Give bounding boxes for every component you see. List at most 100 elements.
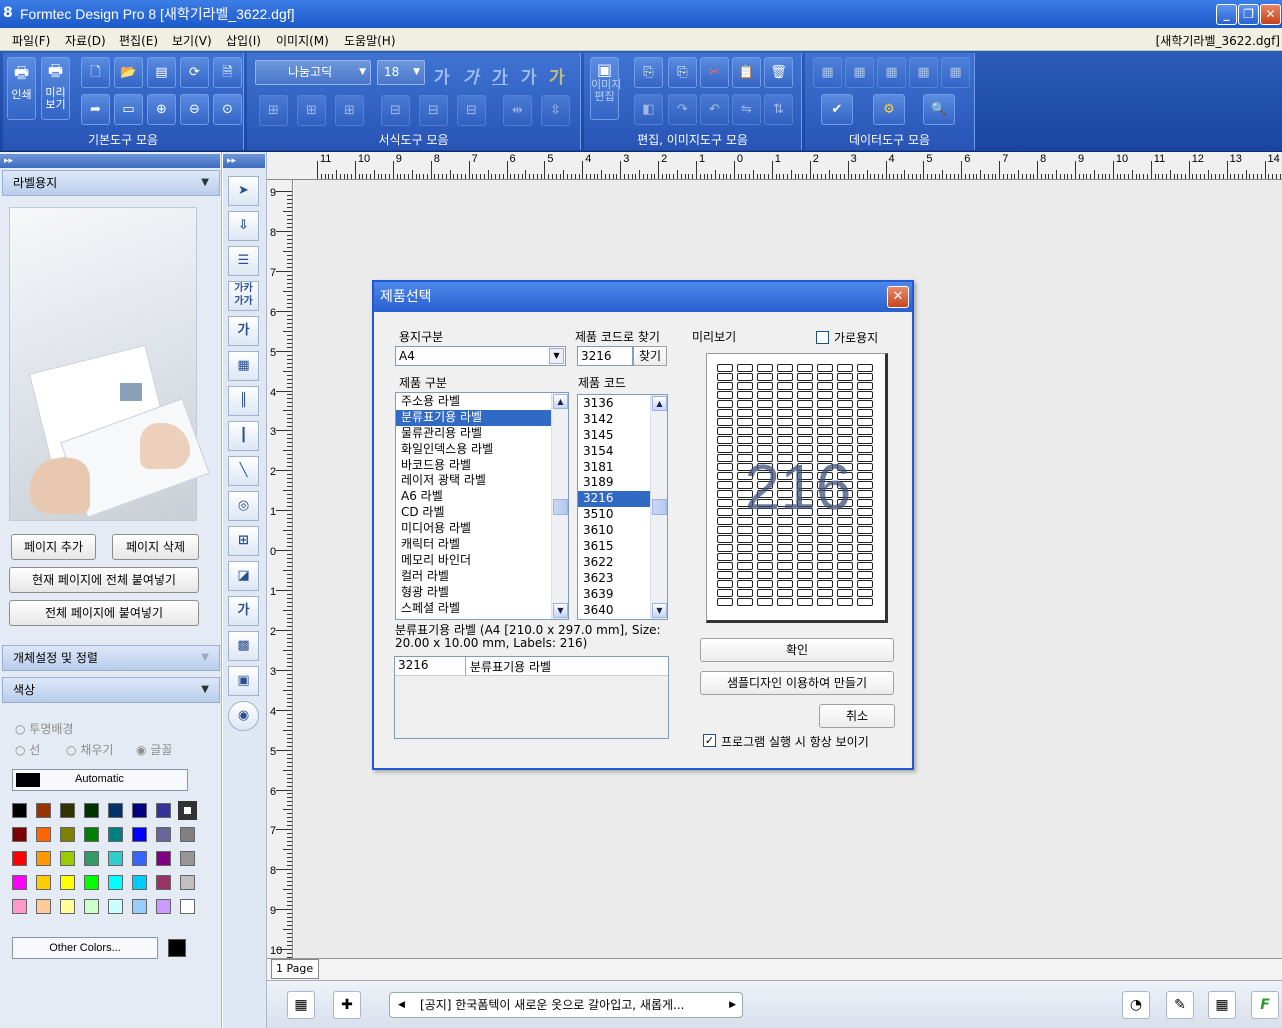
vertical-text-icon[interactable]: 가카 가가 [228, 281, 259, 311]
color-swatch[interactable] [36, 827, 51, 842]
color-header[interactable]: 색상 ▼ [2, 677, 220, 703]
cut-icon[interactable]: ✂ [700, 57, 729, 88]
new-label-icon[interactable]: ✚ [333, 991, 361, 1019]
page-tab[interactable]: 1 Page [271, 959, 319, 979]
list-item[interactable]: CD 라벨 [396, 505, 568, 521]
paper-type-select[interactable]: A4 ▼ [395, 346, 566, 366]
sample-design-button[interactable]: 샘플디자인 이용하여 만들기 [700, 671, 894, 695]
line-tool-icon[interactable]: ╲ [228, 456, 259, 486]
gradient-icon[interactable]: ◪ [228, 561, 259, 591]
distribute-horizontal-icon[interactable]: ⇹ [503, 95, 532, 126]
color-swatch[interactable] [60, 827, 75, 842]
send-back-icon[interactable]: ◧ [634, 94, 663, 125]
scroll-up-icon[interactable]: ▲ [553, 394, 568, 409]
scroll-thumb[interactable] [553, 499, 568, 515]
font-bold-icon[interactable]: 가 [434, 63, 450, 88]
category-list[interactable]: 주소용 라벨 분류표기용 라벨 물류관리용 라벨 화일인덱스용 라벨 바코드용 라벨 레이… [395, 392, 569, 620]
blank-page-icon[interactable]: ▭ [114, 94, 143, 125]
menu-view[interactable]: 보기(V) [172, 32, 212, 49]
align-right-icon[interactable]: ⊞ [335, 95, 364, 126]
color-swatch[interactable] [12, 803, 27, 818]
shapes-icon[interactable]: ◎ [228, 491, 259, 521]
notice-prev-icon[interactable]: ◀ [398, 993, 405, 1017]
color-swatch[interactable] [180, 875, 195, 890]
notice-next-icon[interactable]: ▶ [729, 993, 736, 1017]
color-swatch[interactable] [84, 827, 99, 842]
add-page-icon[interactable]: 🗎 [213, 57, 242, 88]
undo-icon[interactable]: ↶ [700, 94, 729, 125]
image-edit-button[interactable]: ▣ 이미지 편집 [590, 57, 621, 120]
table-icon[interactable]: ⊞ [228, 526, 259, 556]
list-item[interactable]: 레이저 광택 라벨 [396, 473, 568, 489]
picture-icon[interactable]: ▣ [228, 666, 259, 696]
import-object-icon[interactable]: ⇩ [228, 211, 259, 241]
color-swatch[interactable] [178, 801, 197, 820]
color-swatch[interactable] [156, 899, 171, 914]
list-item[interactable]: 컬러 라벨 [396, 569, 568, 585]
color-swatch[interactable] [108, 851, 123, 866]
text-art-icon[interactable]: 가 [228, 316, 259, 346]
list-item[interactable]: 메모리 바인더 [396, 553, 568, 569]
color-swatch[interactable] [60, 899, 75, 914]
list-item[interactable]: 화일인덱스용 라벨 [396, 442, 568, 458]
barcode-icon[interactable]: ║ [228, 386, 259, 416]
color-swatch[interactable] [132, 899, 147, 914]
list-item[interactable]: 물류관리용 라벨 [396, 426, 568, 442]
code-list[interactable]: 3136 3142 3145 3154 3181 3189 3216 3510 3610 3615… [577, 394, 668, 620]
qr-code-icon[interactable]: ▦ [228, 351, 259, 381]
scroll-up-icon[interactable]: ▲ [652, 396, 667, 411]
color-swatch[interactable] [12, 875, 27, 890]
restore-button[interactable]: ❐ [1238, 4, 1259, 25]
delete-icon[interactable]: 🗑 [764, 57, 793, 88]
radio-line[interactable]: ○ 선 [15, 741, 40, 758]
font-color-icon[interactable]: 가 [549, 63, 565, 88]
data-settings-icon[interactable]: ⚙ [873, 94, 905, 125]
color-swatch[interactable] [12, 827, 27, 842]
print-preview-button[interactable]: 🖶 미리 보기 [41, 57, 70, 120]
list-item[interactable]: A6 라벨 [396, 489, 568, 505]
formtec-logo-icon[interactable]: F [1251, 991, 1279, 1019]
color-swatch[interactable] [36, 803, 51, 818]
clipart-icon[interactable]: ▩ [228, 631, 259, 661]
refresh-icon[interactable]: ⟳ [180, 57, 209, 88]
data-link-icon[interactable]: ▦ [877, 57, 906, 88]
color-swatch[interactable] [36, 899, 51, 914]
dialog-close-icon[interactable]: ✕ [887, 286, 909, 308]
font-shadow-icon[interactable]: 가 [521, 63, 537, 88]
align-middle-icon[interactable]: ⊟ [419, 95, 448, 126]
color-swatch[interactable] [156, 875, 171, 890]
color-swatch[interactable] [60, 875, 75, 890]
other-colors-button[interactable]: Other Colors... [12, 937, 158, 959]
text-box-icon[interactable]: ☰ [228, 246, 259, 276]
list-item[interactable]: 주소용 라벨 [396, 394, 568, 410]
color-swatch[interactable] [108, 899, 123, 914]
color-swatch[interactable] [84, 803, 99, 818]
other-color-swatch[interactable] [168, 939, 186, 957]
close-button[interactable]: ✕ [1260, 4, 1281, 25]
color-swatch[interactable] [12, 851, 27, 866]
print-button[interactable]: 🖶 인쇄 [7, 57, 36, 120]
color-swatch[interactable] [84, 875, 99, 890]
menu-file[interactable]: 파일(F) [12, 32, 50, 49]
code-scrollbar[interactable]: ▲ ▼ [650, 395, 667, 619]
toolbar-collapse-strip[interactable]: ▸▸ [223, 154, 265, 168]
color-swatch[interactable] [180, 827, 195, 842]
copy-icon[interactable]: ⎘ [668, 57, 697, 88]
table-row[interactable]: 3216 분류표기용 라벨 [395, 657, 668, 676]
font-italic-icon[interactable]: 가 [463, 63, 479, 88]
data-import-icon[interactable]: ▦ [845, 57, 874, 88]
new-document-icon[interactable]: 🗋 [81, 57, 110, 88]
copy-format-icon[interactable]: ⎘ [634, 57, 663, 88]
color-swatch[interactable] [156, 803, 171, 818]
memo-icon[interactable]: ✎ [1166, 991, 1194, 1019]
export-icon[interactable]: ➦ [81, 94, 110, 125]
list-item[interactable]: 스페셜 라벨 [396, 601, 568, 617]
minimize-button[interactable]: _ [1216, 4, 1237, 25]
menu-help[interactable]: 도움말(H) [344, 32, 396, 49]
object-settings-header[interactable]: 개체설정 및 정렬 ▼ [2, 645, 220, 671]
data-prev-icon[interactable]: ▦ [941, 57, 970, 88]
menu-image[interactable]: 이미지(M) [276, 32, 329, 49]
radio-transparent-bg[interactable]: ○ 투명배경 [15, 720, 73, 737]
menu-insert[interactable]: 삽입(I) [226, 32, 261, 49]
color-swatch[interactable] [108, 827, 123, 842]
